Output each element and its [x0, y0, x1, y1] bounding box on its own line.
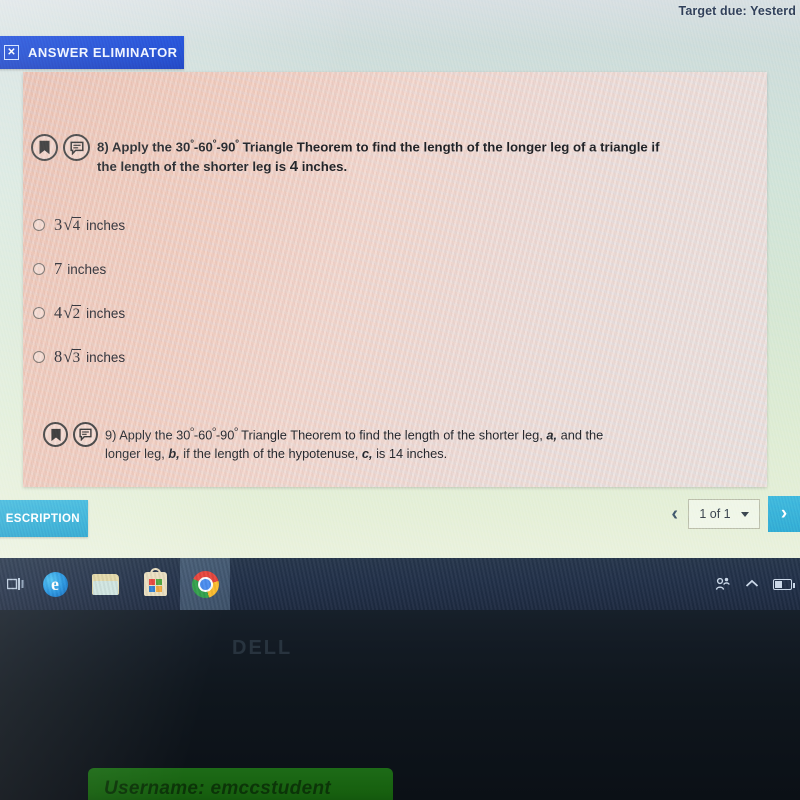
- question-8: 8) Apply the 30º-60º-90º Triangle Theore…: [31, 134, 761, 176]
- target-due-label: Target due: Yesterd: [678, 4, 796, 18]
- radio-button[interactable]: [33, 350, 45, 363]
- q9-line1d: Triangle Theorem to find the length of t…: [237, 427, 547, 443]
- q9-line2a: longer leg,: [105, 446, 169, 462]
- next-page-button[interactable]: ›: [768, 496, 800, 532]
- description-label: ESCRIPTION: [5, 512, 80, 525]
- edge-icon: e: [42, 571, 68, 597]
- radical-sign: √4: [63, 214, 82, 234]
- option-c-text: 4√2 inches: [54, 303, 125, 323]
- page-indicator-dropdown[interactable]: 1 of 1: [688, 499, 760, 529]
- q8-line1d: Triangle Theorem to find the length of t…: [238, 139, 660, 155]
- taskbar-item-microsoft-store[interactable]: [130, 558, 180, 610]
- chevron-right-icon: ›: [780, 503, 788, 524]
- q9-line1b: -60: [193, 427, 213, 443]
- option-c[interactable]: 4√2 inches: [33, 300, 125, 325]
- option-a-coefficient: 3: [54, 214, 63, 234]
- option-d-text: 8√3 inches: [54, 347, 125, 367]
- variable-c: c,: [361, 446, 373, 462]
- battery-icon[interactable]: [773, 578, 795, 590]
- variable-a: a,: [546, 427, 558, 443]
- option-d-units: inches: [86, 349, 126, 365]
- variable-b: b,: [168, 446, 180, 462]
- chevron-left-icon[interactable]: ‹: [669, 504, 680, 524]
- comment-icon[interactable]: [63, 134, 90, 161]
- q8-line1c: -90: [216, 139, 236, 155]
- show-hidden-icons-icon[interactable]: [745, 579, 759, 589]
- monitor-screen: Target due: Yesterd ✕ ANSWER ELIMINATOR: [0, 0, 800, 558]
- microsoft-store-icon: [143, 568, 167, 596]
- option-c-coefficient: 4: [54, 302, 63, 322]
- question-panel: 8) Apply the 30º-60º-90º Triangle Theore…: [23, 72, 767, 487]
- chrome-icon: [191, 570, 219, 598]
- file-explorer-icon: [91, 573, 119, 595]
- username-note-text: Username: emccstudent: [104, 778, 331, 799]
- answer-eliminator-label: ANSWER ELIMINATOR: [28, 45, 178, 60]
- question-8-text: 8) Apply the 30º-60º-90º Triangle Theore…: [97, 134, 659, 176]
- comment-icon[interactable]: [73, 422, 98, 447]
- q8-line2b: inches.: [298, 158, 348, 174]
- q9-line1a: Apply the 30: [116, 427, 191, 443]
- description-button[interactable]: ESCRIPTION: [0, 500, 88, 537]
- option-b-coefficient: 7: [54, 258, 63, 278]
- option-c-units: inches: [86, 305, 126, 321]
- dell-logo: DELL: [232, 637, 293, 659]
- windows-taskbar: e: [0, 558, 800, 610]
- option-a-radicand: 4: [71, 216, 82, 234]
- option-d-coefficient: 8: [54, 346, 63, 366]
- task-view-icon[interactable]: [0, 558, 30, 610]
- question-9-text: 9) Apply the 30º-60º-90º Triangle Theore…: [105, 422, 603, 463]
- option-b-units: inches: [67, 261, 107, 277]
- option-b[interactable]: 7 inches: [33, 256, 125, 281]
- option-d-radicand: 3: [71, 348, 82, 366]
- q9-line2c: is 14 inches.: [372, 446, 448, 462]
- q8-line1a: Apply the 30: [108, 139, 191, 155]
- x-box-icon: ✕: [4, 45, 19, 60]
- option-b-text: 7 inches: [54, 259, 106, 279]
- bookmark-icon[interactable]: [43, 422, 68, 447]
- page-indicator-label: 1 of 1: [699, 507, 731, 521]
- q9-line2b: if the length of the hypotenuse,: [179, 446, 362, 462]
- q8-line1b: -60: [193, 139, 213, 155]
- option-d[interactable]: 8√3 inches: [33, 344, 125, 369]
- option-a[interactable]: 3√4 inches: [33, 212, 125, 237]
- question-9: 9) Apply the 30º-60º-90º Triangle Theore…: [43, 422, 763, 463]
- taskbar-item-chrome[interactable]: [180, 558, 230, 610]
- photo-of-monitor: Target due: Yesterd ✕ ANSWER ELIMINATOR: [0, 0, 800, 800]
- q8-number: 8): [97, 139, 109, 155]
- people-icon[interactable]: [715, 577, 731, 591]
- radio-button[interactable]: [33, 262, 45, 275]
- radio-button[interactable]: [33, 218, 45, 231]
- answer-eliminator-button[interactable]: ✕ ANSWER ELIMINATOR: [0, 36, 184, 69]
- taskbar-item-file-explorer[interactable]: [80, 558, 130, 610]
- system-tray: [715, 558, 796, 610]
- radio-button[interactable]: [33, 306, 45, 319]
- pagination-controls: ‹ 1 of 1 ›: [669, 496, 800, 532]
- q9-line1c: -90: [215, 427, 235, 443]
- caret-down-icon: [740, 511, 749, 517]
- bookmark-icon[interactable]: [31, 134, 58, 161]
- q8-line2a: the length of the shorter leg is: [97, 158, 290, 174]
- radical-sign: √3: [63, 346, 82, 366]
- q8-shorter-leg-value: 4: [289, 157, 299, 175]
- q9-line1e: and the: [557, 427, 604, 443]
- taskbar-item-edge[interactable]: e: [30, 558, 80, 610]
- radical-sign: √2: [63, 302, 82, 322]
- option-a-units: inches: [86, 217, 126, 233]
- option-a-text: 3√4 inches: [54, 215, 125, 235]
- option-c-radicand: 2: [71, 304, 82, 322]
- answer-options: 3√4 inches 7 inches 4√2 inches 8√3 inche…: [33, 212, 125, 388]
- q9-number: 9): [105, 427, 117, 443]
